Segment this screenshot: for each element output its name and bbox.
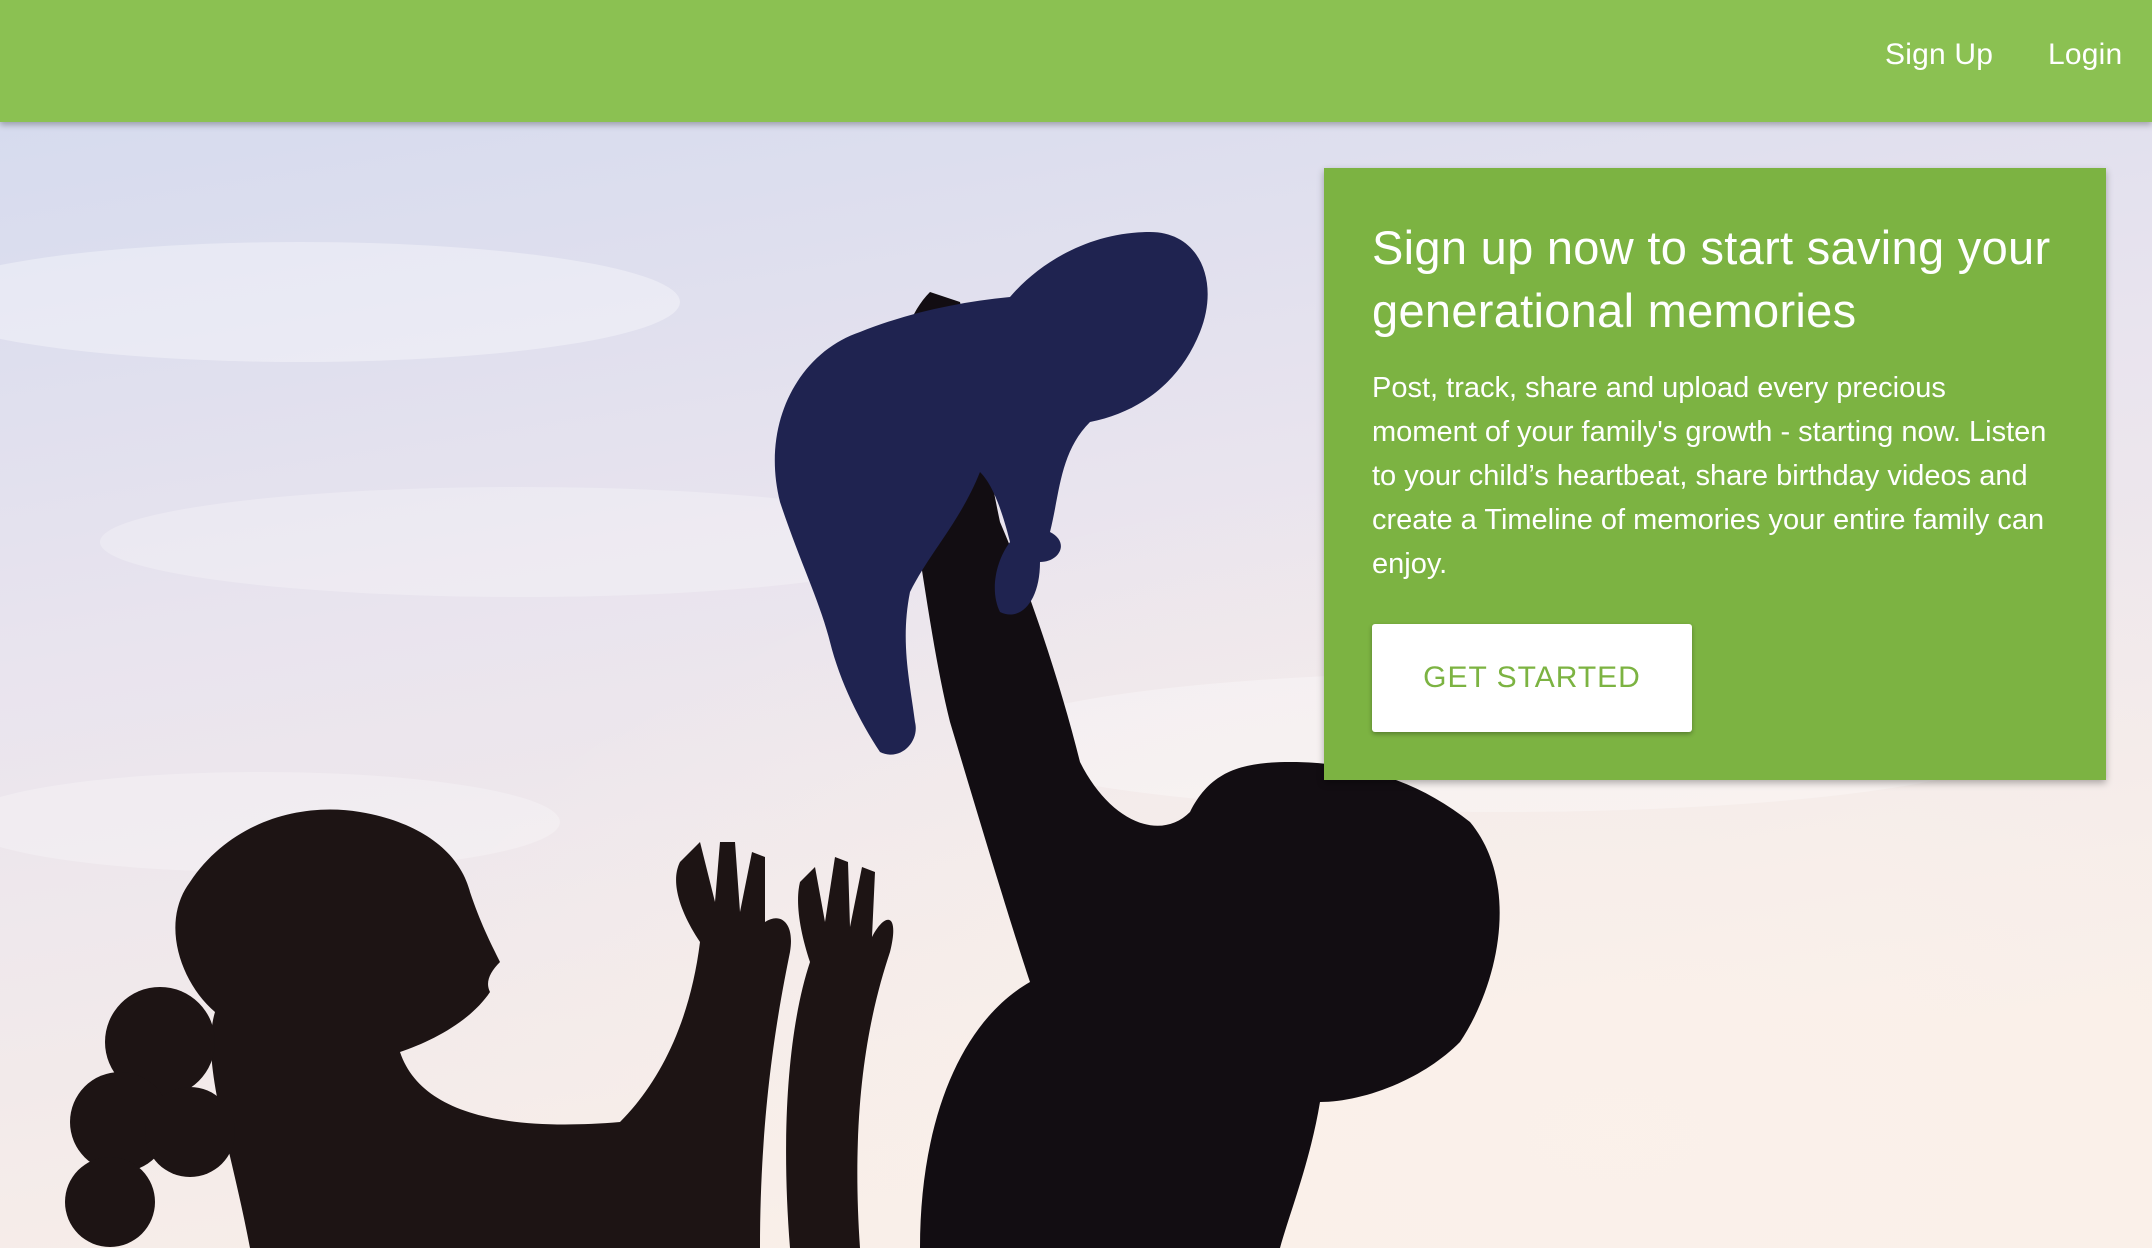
signup-cta-card: Sign up now to start saving your generat… (1324, 168, 2106, 780)
cta-title: Sign up now to start saving your generat… (1372, 221, 2051, 337)
cta-description: Post, track, share and upload every prec… (1372, 372, 2047, 580)
top-navbar: Sign Up Login (0, 0, 2152, 122)
get-started-button[interactable]: GET STARTED (1372, 624, 1692, 732)
nav-sign-up-link[interactable]: Sign Up (1885, 38, 1993, 72)
nav-login-link[interactable]: Login (2048, 38, 2122, 72)
